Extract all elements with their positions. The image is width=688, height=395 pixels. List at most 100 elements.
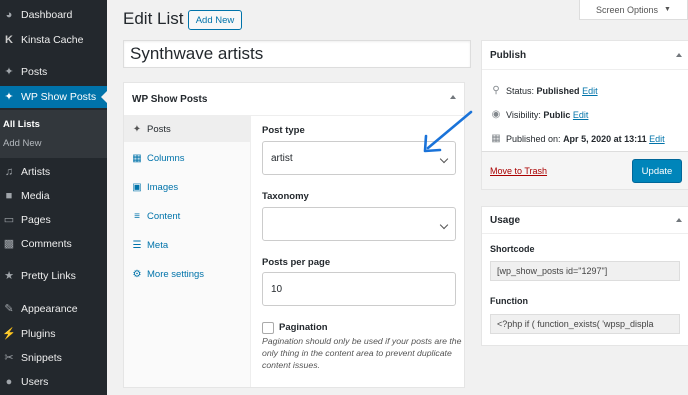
visibility-value: Public bbox=[543, 109, 571, 120]
brush-icon: ✎ bbox=[4, 303, 14, 315]
sidebar-item-dashboard[interactable]: ◕ Dashboard bbox=[0, 4, 107, 26]
move-to-trash-link[interactable]: Move to Trash bbox=[490, 166, 547, 176]
pagination-checkbox[interactable] bbox=[262, 322, 274, 334]
sidebar-item-snippets[interactable]: ✂ Snippets bbox=[0, 347, 107, 369]
add-new-button[interactable]: Add New bbox=[188, 10, 242, 30]
tab-label: Posts bbox=[147, 123, 171, 135]
user-icon: ● bbox=[5, 376, 13, 388]
box-header: WP Show Posts bbox=[124, 83, 464, 116]
screen-options-button[interactable]: Screen Options ▼ bbox=[579, 0, 688, 20]
sidebar-item-label: Dashboard bbox=[21, 9, 73, 21]
caret-down-icon: ▼ bbox=[664, 6, 671, 13]
tab-more-settings[interactable]: ⚙ More settings bbox=[124, 261, 250, 287]
sidebar-item-label: Media bbox=[21, 190, 50, 202]
visibility-row: ◉ Visibility: Public Edit bbox=[490, 109, 589, 120]
usage-header: Usage bbox=[482, 207, 688, 234]
sidebar-item-posts[interactable]: ✦ Posts bbox=[0, 61, 107, 83]
tab-label: Columns bbox=[147, 152, 185, 164]
pagination-description: Pagination should only be used if your p… bbox=[262, 336, 462, 370]
post-type-label: Post type bbox=[262, 125, 305, 136]
pin-icon: ✦ bbox=[132, 123, 142, 135]
publish-title: Publish bbox=[490, 49, 527, 61]
publish-header: Publish bbox=[482, 41, 688, 70]
sidebar-item-comments[interactable]: ▩ Comments bbox=[0, 233, 107, 255]
post-title-input[interactable]: Synthwave artists bbox=[123, 40, 471, 68]
function-field[interactable]: <?php if ( function_exists( 'wpsp_displa bbox=[490, 314, 680, 334]
tab-columns[interactable]: ▦ Columns bbox=[124, 145, 250, 171]
wp-show-posts-box: WP Show Posts ✦ Posts ▦ Columns ▣ Images… bbox=[123, 82, 465, 388]
sidebar-item-plugins[interactable]: ⚡ Plugins bbox=[0, 323, 107, 345]
sidebar-item-label: Plugins bbox=[21, 328, 56, 340]
sidebar-item-label: Artists bbox=[21, 166, 51, 178]
tab-posts[interactable]: ✦ Posts bbox=[124, 116, 250, 142]
kinsta-icon: K bbox=[5, 34, 13, 46]
tab-label: Content bbox=[147, 210, 181, 222]
sidebar-item-label: WP Show Posts bbox=[21, 91, 97, 103]
sidebar-item-appearance[interactable]: ✎ Appearance bbox=[0, 298, 107, 320]
tab-label: More settings bbox=[147, 268, 205, 280]
tab-label: Images bbox=[147, 181, 179, 193]
usage-box: Usage Shortcode [wp_show_posts id="1297"… bbox=[481, 206, 688, 346]
sidebar-item-label: Pages bbox=[21, 214, 51, 226]
collapse-toggle-icon[interactable] bbox=[676, 53, 682, 57]
tab-meta[interactable]: ☰ Meta bbox=[124, 232, 250, 258]
page-title: Edit List bbox=[123, 9, 184, 28]
usage-title: Usage bbox=[490, 214, 521, 226]
publish-actions: Move to Trash Update bbox=[481, 151, 688, 190]
submenu-add-new[interactable]: Add New bbox=[3, 138, 42, 149]
taxonomy-select[interactable] bbox=[262, 207, 456, 241]
sidebar-item-label: Appearance bbox=[21, 303, 78, 315]
dashboard-icon: ◕ bbox=[5, 9, 13, 21]
published-value: Apr 5, 2020 at 13:11 bbox=[563, 133, 647, 144]
sidebar-item-pretty-links[interactable]: ★ Pretty Links bbox=[0, 265, 107, 287]
music-icon: ♫ bbox=[4, 166, 14, 178]
published-label: Published on: bbox=[506, 133, 561, 144]
taxonomy-label: Taxonomy bbox=[262, 191, 309, 202]
pages-icon: ▭ bbox=[3, 214, 15, 226]
tab-images[interactable]: ▣ Images bbox=[124, 174, 250, 200]
status-row: ⚲ Status: Published Edit bbox=[490, 85, 598, 96]
columns-icon: ▦ bbox=[132, 152, 142, 164]
status-edit-link[interactable]: Edit bbox=[582, 86, 598, 96]
status-value: Published bbox=[536, 85, 580, 96]
posts-per-page-input[interactable]: 10 bbox=[262, 272, 456, 306]
post-type-value: artist bbox=[271, 152, 293, 164]
text-icon: ≡ bbox=[134, 210, 140, 222]
visibility-label: Visibility: bbox=[506, 109, 541, 120]
chevron-down-icon bbox=[439, 154, 449, 164]
tab-content[interactable]: ≡ Content bbox=[124, 203, 250, 229]
status-label: Status: bbox=[506, 85, 535, 96]
sidebar-item-label: Pretty Links bbox=[21, 270, 76, 282]
sidebar-item-artists[interactable]: ♫ Artists bbox=[0, 161, 107, 183]
sidebar-item-pages[interactable]: ▭ Pages bbox=[0, 209, 107, 231]
shortcode-label: Shortcode bbox=[490, 244, 535, 254]
sidebar-item-media[interactable]: ■ Media bbox=[0, 185, 107, 207]
eye-icon: ◉ bbox=[491, 109, 501, 120]
update-button[interactable]: Update bbox=[632, 159, 682, 183]
visibility-edit-link[interactable]: Edit bbox=[573, 110, 589, 120]
annotation-arrow-icon bbox=[423, 110, 473, 153]
submenu-all-lists[interactable]: All Lists bbox=[3, 119, 40, 130]
published-row: ▦ Published on: Apr 5, 2020 at 13:11 Edi… bbox=[490, 133, 665, 144]
sidebar-item-label: Users bbox=[21, 376, 49, 388]
publish-box: Publish ⚲ Status: Published Edit ◉ Visib… bbox=[481, 40, 688, 153]
collapse-toggle-icon[interactable] bbox=[450, 95, 456, 99]
sidebar-item-label: Comments bbox=[21, 238, 72, 250]
plugin-icon: ⚡ bbox=[2, 328, 16, 340]
list-icon: ☰ bbox=[132, 239, 142, 251]
calendar-icon: ▦ bbox=[491, 133, 501, 144]
image-icon: ▣ bbox=[132, 181, 142, 193]
pin-icon: ✦ bbox=[4, 91, 14, 103]
function-label: Function bbox=[490, 296, 528, 306]
posts-per-page-value: 10 bbox=[271, 283, 283, 295]
gear-icon: ⚙ bbox=[132, 268, 142, 280]
sidebar-item-label: Snippets bbox=[21, 352, 62, 364]
chevron-down-icon bbox=[439, 220, 449, 230]
published-edit-link[interactable]: Edit bbox=[649, 134, 665, 144]
collapse-toggle-icon[interactable] bbox=[676, 218, 682, 222]
box-title: WP Show Posts bbox=[132, 93, 208, 105]
sidebar-item-users[interactable]: ● Users bbox=[0, 371, 107, 393]
sidebar-item-kinsta-cache[interactable]: K Kinsta Cache bbox=[0, 29, 107, 51]
shortcode-field[interactable]: [wp_show_posts id="1297"] bbox=[490, 261, 680, 281]
sidebar-item-wp-show-posts[interactable]: ✦ WP Show Posts bbox=[0, 86, 107, 108]
